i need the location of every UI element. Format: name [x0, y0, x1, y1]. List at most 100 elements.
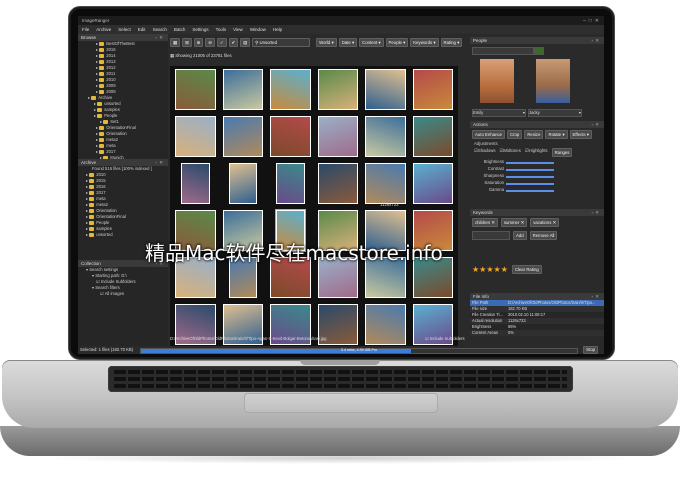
rating-stars[interactable]: ★★★★★ [472, 265, 508, 274]
filter-world[interactable]: World ▾ [316, 37, 337, 47]
filter-icon[interactable]: ▤ [240, 37, 251, 47]
tree-item-label: People [96, 220, 110, 225]
browse-title: Browse [81, 35, 97, 40]
photo-thumbnail[interactable] [317, 116, 358, 157]
zoom-out-icon[interactable]: ⊖ [205, 37, 215, 47]
grid-view-icon[interactable]: ▦ [170, 37, 181, 47]
zoom-in-icon[interactable]: ⊕ [193, 37, 204, 47]
panel-controls-icon[interactable]: ▫✕ [592, 209, 601, 216]
menu-item-select[interactable]: Select [118, 25, 131, 34]
face-thumbnail-emily[interactable] [480, 59, 514, 103]
photo-thumbnail[interactable] [228, 163, 257, 204]
add-keyword-button[interactable]: Add [513, 231, 527, 240]
action-resize-button[interactable]: Resize [524, 130, 544, 139]
filter-content[interactable]: Content ▾ [359, 37, 384, 47]
photo-thumbnail[interactable] [175, 116, 216, 157]
photo-thumbnail[interactable] [365, 116, 406, 157]
keyword-tag[interactable]: vacations ✕ [530, 218, 560, 227]
photo-thumbnail[interactable] [317, 69, 358, 110]
file-info-row: Content Areas 0% [470, 330, 604, 336]
photo-thumbnail[interactable] [412, 116, 453, 157]
photo-thumbnail[interactable] [276, 163, 305, 204]
toggle-ranges[interactable]: Ranges [551, 148, 573, 157]
menu-item-batch[interactable]: Batch [174, 25, 186, 34]
toggle-midtones[interactable]: ☑Midtones [500, 148, 521, 157]
filter-rating[interactable]: Rating ▾ [440, 37, 463, 47]
browse-panel-header: Browse ▫✕ [78, 34, 168, 41]
photo-thumbnail[interactable] [175, 69, 216, 110]
photo-thumbnail[interactable] [270, 69, 311, 110]
keyword-tag[interactable]: children ✕ [472, 218, 498, 227]
menu-item-file[interactable]: File [82, 25, 89, 34]
tree-item-label: samples [96, 226, 112, 231]
remove-all-keywords-button[interactable]: Remove All [529, 231, 558, 240]
include-subfolders-checkbox[interactable]: ☑ Include Subfolders [425, 336, 465, 341]
star-icon[interactable]: ★ [501, 265, 508, 274]
people-add-button[interactable] [534, 47, 544, 55]
folder-icon [97, 101, 103, 106]
stop-button[interactable]: Stop [583, 346, 598, 354]
confirm-icon[interactable]: ✔ [228, 37, 239, 47]
photo-thumbnail[interactable] [365, 163, 406, 204]
menu-item-view[interactable]: View [233, 25, 243, 34]
folder-icon [99, 77, 105, 82]
photo-thumbnail[interactable] [412, 163, 453, 204]
panel-controls-icon[interactable]: ▫✕ [592, 121, 601, 128]
select-icon[interactable]: ⊞ [182, 37, 192, 47]
menu-item-edit[interactable]: Edit [138, 25, 146, 34]
clear-rating-button[interactable]: Clear Rating [511, 265, 542, 274]
tree-item-label: meta2 [96, 202, 108, 207]
photo-thumbnail[interactable] [222, 69, 263, 110]
filter-date[interactable]: Date ▾ [338, 37, 358, 47]
tree-item-label: 2016 [96, 184, 106, 189]
check-icon[interactable]: ✓ [216, 37, 227, 47]
slider-track[interactable] [506, 183, 554, 185]
keyword-input[interactable] [472, 231, 510, 240]
filter-bar: World ▾ Date ▾ Content ▾ People ▾ Keywords ▾… [316, 37, 463, 47]
adjustment-sliders: Brightness Contrast Sharpness Saturation Gam… [470, 159, 604, 194]
toggle-shadows[interactable]: ☑Shadows [474, 148, 496, 157]
panel-controls-icon[interactable]: ▫✕ [592, 37, 601, 44]
photo-thumbnail[interactable] [365, 69, 406, 110]
menu-item-tools[interactable]: Tools [216, 25, 227, 34]
filter-keywords[interactable]: Keywords ▾ [410, 37, 439, 47]
keyword-label: children [475, 220, 491, 225]
star-icon[interactable]: ★ [486, 265, 493, 274]
panel-controls-icon[interactable]: ▫✕ [156, 159, 165, 166]
photo-thumbnail[interactable] [270, 116, 311, 157]
slider-track[interactable] [506, 162, 554, 164]
slider-track[interactable] [506, 190, 554, 192]
chevron-down-icon: ▾ [578, 110, 581, 115]
panel-controls-icon[interactable]: ▫✕ [156, 34, 165, 41]
menu-item-help[interactable]: Help [273, 25, 282, 34]
filter-people[interactable]: People ▾ [385, 37, 409, 47]
menu-item-settings[interactable]: Settings [192, 25, 208, 34]
keyword-tag[interactable]: summer ✕ [500, 218, 528, 227]
panel-controls-icon[interactable]: ▫✕ [592, 293, 601, 300]
menu-item-window[interactable]: Window [250, 25, 266, 34]
folder-icon [99, 47, 105, 52]
action-rotate-button[interactable]: Rotate ▾ [545, 130, 568, 139]
photo-thumbnail[interactable] [317, 163, 358, 204]
window-title: ImageRanger [82, 18, 110, 23]
action-auto-enhance-button[interactable]: Auto Enhance [472, 130, 505, 139]
slider-track[interactable] [506, 176, 554, 178]
slider-track[interactable] [506, 169, 554, 171]
face-thumbnail-jacky[interactable] [536, 59, 570, 103]
collection-item[interactable]: ☑ All images [82, 291, 168, 297]
action-effects-button[interactable]: Effects ▾ [569, 130, 592, 139]
search-input[interactable]: ⚲ Unsorted [252, 37, 311, 47]
photo-thumbnail[interactable] [412, 69, 453, 110]
action-crop-button[interactable]: Crop [507, 130, 523, 139]
photo-thumbnail[interactable] [222, 116, 263, 157]
photo-thumbnail[interactable] [181, 163, 210, 204]
folder-icon [89, 190, 95, 195]
person-select-1[interactable]: Emily ▾ [472, 109, 526, 117]
archive-panel-header: Archive ▫✕ [78, 159, 168, 166]
menu-item-search[interactable]: Search [153, 25, 167, 34]
people-search-input[interactable] [472, 47, 534, 55]
toggle-highlights[interactable]: ☑Highlights [525, 148, 548, 157]
person-select-2[interactable]: Jacky ▾ [528, 109, 582, 117]
menu-item-archive[interactable]: Archive [96, 25, 111, 34]
star-icon[interactable]: ★ [494, 265, 501, 274]
